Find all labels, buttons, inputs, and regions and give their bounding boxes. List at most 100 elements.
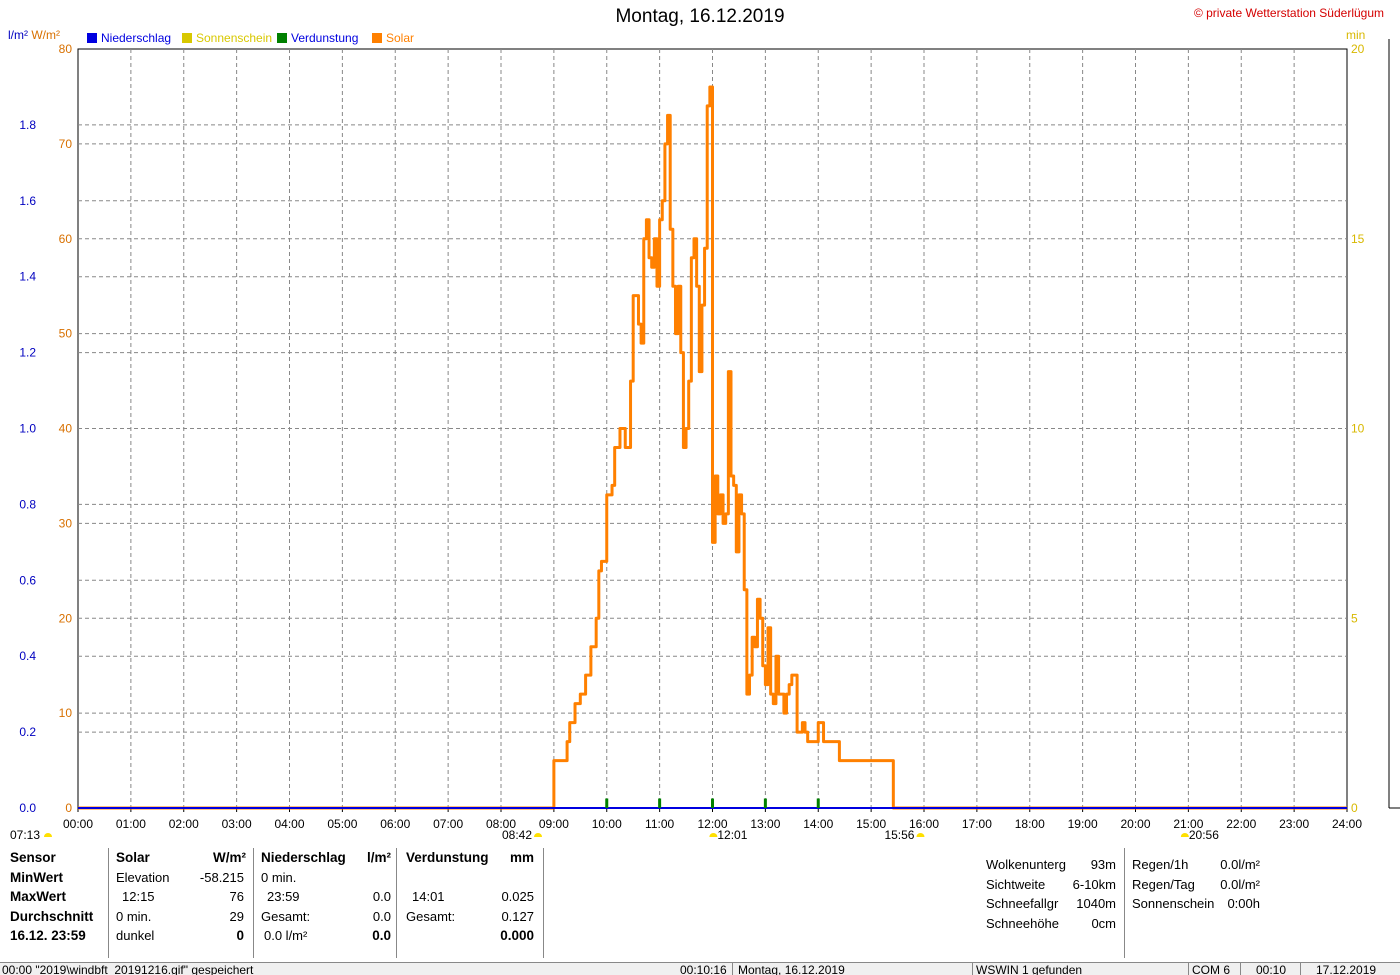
- x-tick-label: 05:00: [327, 817, 357, 831]
- x-tick-label: 15:00: [856, 817, 886, 831]
- divider: [253, 848, 254, 958]
- y-tick-label-precip: 0.2: [19, 725, 36, 739]
- status-found: WSWIN 1 gefunden: [976, 963, 1083, 975]
- y-tick-label-solar: 40: [59, 422, 73, 436]
- x-tick-label: 24:00: [1332, 817, 1362, 831]
- y-tick-label-solar: 0: [65, 801, 72, 815]
- wolken-cell: Schneehöhe: [986, 915, 1060, 931]
- y-tick-label-minutes: 20: [1351, 42, 1365, 56]
- y-tick-label-minutes: 5: [1351, 611, 1358, 625]
- verdunstung-unit: mm: [509, 850, 534, 865]
- wolken-cell: Sichtweite: [986, 876, 1046, 892]
- solar-unit: W/m²: [213, 850, 246, 865]
- y-tick-label-precip: 0.6: [19, 573, 36, 587]
- y-tick-label-solar: 50: [59, 327, 73, 341]
- sun-marker-label: 20:56: [1189, 828, 1219, 842]
- verdunstung-stats: Verdunstung mm 14:01 0.025 Gesamt: 0.127 0.…: [406, 848, 534, 946]
- nd-cell: 0.0 l/m²: [264, 928, 308, 944]
- status-divider: [732, 963, 733, 975]
- niederschlag-stats: Niederschlag l/m² 0 min. 23:59 0.0 Gesamt:…: [261, 848, 391, 946]
- y-tick-label-solar: 60: [59, 232, 73, 246]
- y-tick-label-precip: 1.2: [19, 346, 36, 360]
- verdunstung-bar: [763, 798, 767, 808]
- sun-marker-label: 12:01: [717, 828, 747, 842]
- divider: [108, 848, 109, 958]
- chart-svg: 00:00 01:00 02:00 03:00 04:00 05:00 06:00 07:00…: [10, 39, 1400, 842]
- wolken-cell: 93m: [1090, 857, 1116, 872]
- x-tick-label: 11:00: [645, 817, 674, 831]
- sun-marker-label: 08:42: [502, 828, 532, 842]
- x-tick-label: 07:00: [433, 817, 463, 831]
- regen-cell: Regen/Tag: [1132, 876, 1195, 892]
- sun-marker-icon: [44, 833, 52, 837]
- solar-cell: 0 min.: [116, 908, 152, 924]
- stats-labels: Sensor MinWert MaxWert Durchschnitt 16.1…: [10, 848, 93, 946]
- regen-cell: 0.0l/m²: [1220, 876, 1260, 892]
- divider: [1124, 848, 1125, 958]
- y-tick-label-solar: 70: [59, 137, 73, 151]
- sun-marker-label: 07:13: [10, 828, 40, 842]
- divider: [543, 848, 544, 958]
- vd-cell: 0.000: [500, 928, 534, 944]
- sensor-header: Sensor: [10, 850, 56, 865]
- nd-cell: Gesamt:: [261, 908, 311, 924]
- cloud-stats: Wolkenunterg 93m Sichtweite 6-10km Schneef…: [986, 855, 1116, 933]
- durchschnitt-label: Durchschnitt: [10, 908, 94, 924]
- vd-cell: Gesamt:: [406, 908, 456, 924]
- wolken-cell: 1040m: [1076, 896, 1116, 912]
- status-divider: [972, 963, 973, 975]
- status-divider: [1188, 963, 1189, 975]
- verdunstung-bar: [658, 798, 662, 808]
- verdunstung-bar: [711, 798, 714, 808]
- x-tick-label: 06:00: [380, 817, 410, 831]
- rain-stats: Regen/1h 0.0l/m² Regen/Tag 0.0l/m² Sonnens…: [1132, 855, 1260, 914]
- x-tick-label: 18:00: [1015, 817, 1045, 831]
- x-tick-label: 04:00: [274, 817, 304, 831]
- status-bar: 00:00 "2019\windbft_20191216.gif" gespei…: [0, 962, 1400, 975]
- solar-cell: 29: [229, 908, 244, 924]
- nd-cell: 23:59: [267, 889, 300, 905]
- status-divider: [1240, 963, 1241, 975]
- x-tick-label: 13:00: [750, 817, 780, 831]
- solar-cell: 0: [236, 928, 244, 944]
- x-tick-label: 20:00: [1120, 817, 1150, 831]
- x-tick-label: 03:00: [222, 817, 252, 831]
- x-tick-label: 14:00: [803, 817, 833, 831]
- status-divider: [1300, 963, 1301, 975]
- nd-cell: 0 min.: [261, 869, 297, 885]
- maxwert-label: MaxWert: [10, 889, 67, 905]
- x-tick-label: 00:00: [63, 817, 93, 831]
- y-tick-label-solar: 10: [59, 706, 73, 720]
- nd-cell: 0.0: [372, 889, 391, 905]
- series-solar-line: [78, 85, 1347, 810]
- y-tick-label-solar: 80: [59, 42, 73, 56]
- solar-cell: 12:15: [122, 889, 155, 905]
- solar-stats: Solar W/m² Elevation -58.215 12:15 76 0 min…: [116, 848, 246, 946]
- x-tick-label: 10:00: [592, 817, 622, 831]
- regen-cell: 0.0l/m²: [1220, 857, 1260, 872]
- y-tick-label-minutes: 10: [1351, 422, 1365, 436]
- status-date: Montag, 16.12.2019: [738, 963, 845, 975]
- sun-marker-icon: [916, 833, 925, 837]
- y-tick-label-precip: 0.0: [19, 801, 36, 815]
- solar-cell: dunkel: [116, 928, 155, 944]
- solar-cell: -58.215: [199, 869, 244, 885]
- vd-cell: 0.025: [501, 889, 534, 905]
- solar-cell: 76: [229, 889, 244, 905]
- x-tick-label: 17:00: [962, 817, 992, 831]
- x-tick-label: 22:00: [1226, 817, 1256, 831]
- y-tick-label-solar: 20: [59, 611, 73, 625]
- verdunstung-bar: [605, 798, 609, 808]
- wolken-cell: Schneefallgr: [986, 896, 1059, 912]
- status-com: COM 6: [1192, 963, 1231, 975]
- niederschlag-header: Niederschlag: [261, 850, 346, 865]
- solar-header: Solar: [116, 850, 150, 865]
- niederschlag-unit: l/m²: [366, 850, 391, 865]
- x-tick-label: 01:00: [116, 817, 146, 831]
- status-today: 17.12.2019: [1316, 963, 1377, 975]
- sun-marker-icon: [1180, 833, 1189, 837]
- x-tick-label: 02:00: [169, 817, 199, 831]
- y-tick-label-precip: 0.8: [19, 497, 36, 511]
- y-tick-label-precip: 1.4: [19, 270, 36, 284]
- timestamp-label: 16.12. 23:59: [10, 928, 86, 944]
